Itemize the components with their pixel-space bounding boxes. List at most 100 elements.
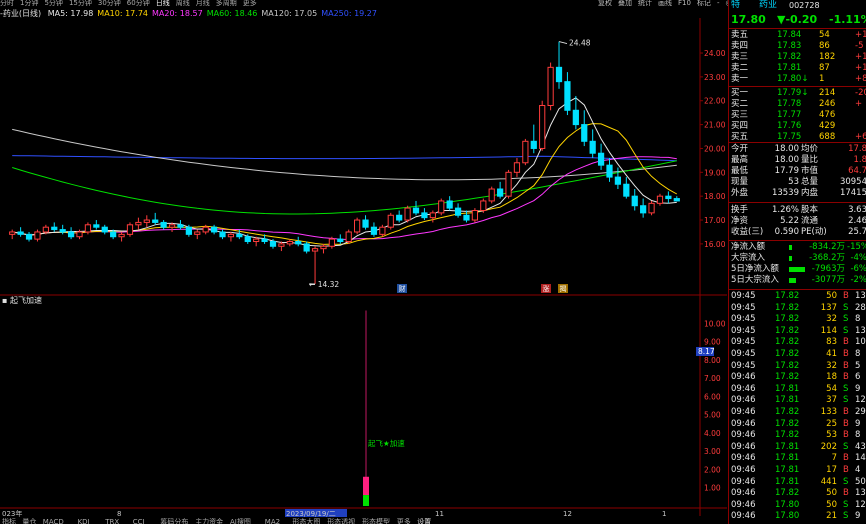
tick-count: 43 [855,441,866,452]
price-pct: -1.11% [829,13,866,26]
period-tab-6[interactable]: 日线 [156,0,170,7]
flow-pct: -15% [847,242,866,252]
tick-row: 09:46 17.82 133 B 29 [731,407,866,418]
tick-count: 14 [855,453,866,464]
bottom-tab[interactable]: MACD [43,518,64,524]
candle [497,188,504,197]
candle [438,200,445,214]
bottom-tab[interactable]: 形态模型 [362,517,390,524]
stat-value: 64.7 [848,166,866,176]
bid-row: 买三 17.77 476 [731,110,866,121]
tick-price: 17.81 [775,465,800,475]
bid-label: 买四 [731,121,749,131]
bottom-tab[interactable]: TRX [104,518,119,524]
header-label: 特 [731,0,741,10]
period-tab-0[interactable]: 分时 [0,0,14,7]
tick-count: 50 [855,476,866,487]
time-axis-label: 023年 [2,509,22,518]
window-button-4[interactable]: F10 [678,0,691,7]
bottom-tab[interactable]: AI搜图 [230,517,251,524]
candle [505,171,512,197]
bottom-tab[interactable]: 形态透视 [327,517,355,524]
stat-value: 17415 [839,188,866,198]
period-tab-3[interactable]: 15分钟 [69,0,92,7]
stat-label: 外盘 [731,188,749,198]
period-tab-5[interactable]: 60分钟 [127,0,150,7]
period-tab-4[interactable]: 30分钟 [98,0,121,7]
period-tab-7[interactable]: 周线 [176,0,190,7]
tick-time: 09:45 [731,360,756,371]
tick-row: 09:46 17.81 54 S 9 [731,384,866,395]
candle [539,105,546,149]
flow-row: 5日净流入额 -7963万 -6% [731,264,866,275]
candle [547,66,554,107]
stat-row: 收益(三) 0.590 PE(动) 25.7 [731,227,866,238]
window-button-3[interactable]: 画线 [658,0,672,7]
window-button-1[interactable]: 叠加 [618,0,632,7]
candle [606,164,613,178]
period-tab-2[interactable]: 5分钟 [44,0,62,7]
flow-value: -7963万 [811,264,845,274]
period-tab-10[interactable]: 更多 [243,0,257,7]
stat-row: 换手 1.26% 股本 3.63 [731,205,866,216]
tick-price: 17.81 [775,395,800,406]
window-button-2[interactable]: 统计 [638,0,652,7]
period-tab-8[interactable]: 月线 [196,0,210,7]
bid-price: 17.78 [777,99,802,109]
bid-volume: 246 [819,99,836,109]
event-badge-cai[interactable]: 财 [399,284,406,293]
window-button-0[interactable]: 复权 [598,0,612,7]
tick-volume: 50 [826,499,837,510]
tick-price: 17.82 [775,430,800,441]
bottom-tab[interactable]: 量仓 [22,517,36,524]
bottom-tab[interactable]: MA2 [265,518,280,524]
price-axis-label: 23.00 [704,73,726,82]
tick-volume: 114 [820,325,837,336]
tick-time: 09:46 [731,499,756,510]
candle [185,226,192,235]
tick-count: 5 [855,360,861,371]
stat-value: 5.22 [780,216,799,226]
candle [227,233,235,238]
tick-time: 09:46 [731,441,756,452]
tick-row: 09:46 17.81 17 B 4 [731,465,866,476]
bottom-tab[interactable]: 形态大图 [292,517,320,524]
window-button-5[interactable]: 标记 [697,0,711,7]
tick-side: S [843,476,849,487]
indicator-title: ▪ 起飞加速 [2,295,42,305]
kline-chart[interactable]: 24.0023.0022.0021.0020.0019.0018.0017.00… [0,18,727,524]
bottom-tab[interactable]: 设置 [417,517,431,524]
ma60-line [12,160,677,215]
ma-legend-item: MA20: 18.57 [152,9,203,18]
event-badge-jie[interactable]: 揭 [560,284,567,293]
tick-count: 9 [855,418,861,429]
tick-side: B [843,465,849,475]
tick-side: B [843,430,849,441]
candle [597,152,605,166]
stock-code: 002728 [789,1,820,10]
stat-row: 最低 17.79 市值 64.7 [731,166,866,177]
tick-time: 09:45 [731,314,756,325]
tick-row: 09:45 17.82 32 S 8 [731,314,866,325]
tick-price: 17.81 [775,441,800,452]
candle [396,214,403,221]
bottom-tab[interactable]: 筹码分布 [160,517,188,524]
bottom-tab[interactable]: KDJ [78,518,90,524]
candle [421,212,428,219]
candle [337,238,344,243]
event-badge-zhang[interactable]: 涨 [543,284,550,293]
tick-volume: 137 [820,302,837,313]
bottom-tab[interactable]: 主力资金 [195,517,223,524]
bottom-tab[interactable]: 指标 [2,517,16,524]
tick-row: 09:45 17.82 137 S 28 [731,303,866,314]
candle [404,207,411,221]
bottom-tab[interactable]: CCI [133,518,145,524]
period-tab-9[interactable]: 多周期 [216,0,237,7]
window-button-6[interactable]: - [717,0,720,7]
stat-value: 2.46 [848,216,866,226]
bottom-tab[interactable]: 更多 [397,517,411,524]
period-tab-1[interactable]: 1分钟 [20,0,38,7]
tick-volume: 37 [826,395,837,406]
candle [446,200,453,209]
tick-count: 6 [855,372,861,383]
